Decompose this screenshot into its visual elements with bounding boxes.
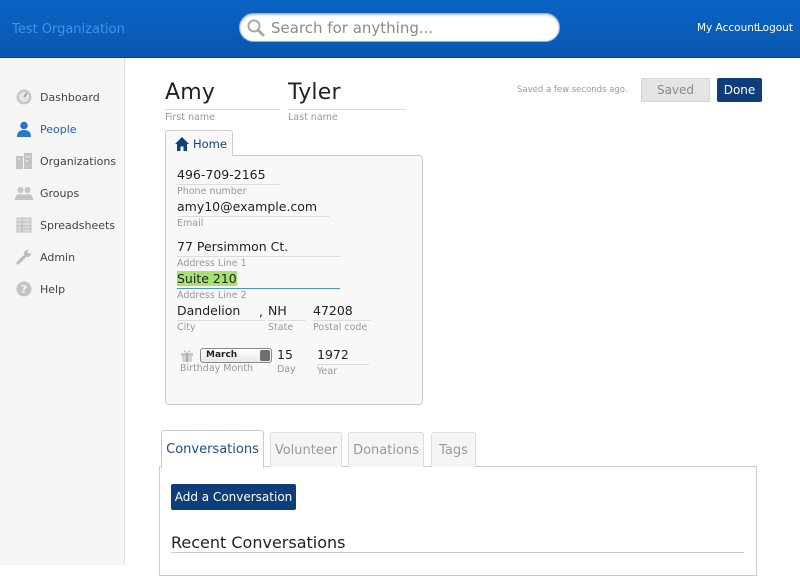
postal-code-label: Postal code: [313, 322, 368, 333]
org-name[interactable]: Test Organization: [12, 22, 125, 37]
state-label: State: [268, 322, 294, 333]
day-field: 15 Day: [277, 347, 299, 375]
address-line-2-selected-text: Suite 210: [177, 271, 237, 286]
svg-text:?: ?: [21, 283, 27, 296]
sidebar-item-organizations[interactable]: Organizations: [15, 151, 116, 171]
address-line-1-input[interactable]: 77 Persimmon Ct.: [177, 239, 340, 257]
phone-field: 496-709-2165 Phone number: [177, 167, 280, 197]
birthday-month-label: Birthday Month: [180, 363, 254, 374]
divider: [171, 552, 744, 553]
recent-conversations-heading: Recent Conversations: [171, 533, 346, 552]
wrench-icon: [16, 250, 31, 265]
person-icon: [17, 121, 31, 137]
dashboard-icon: [16, 89, 32, 105]
tab-tags[interactable]: Tags: [431, 432, 476, 467]
tab-home[interactable]: Home: [165, 130, 233, 156]
city-input[interactable]: Dandelion: [177, 303, 265, 321]
state-input[interactable]: NH: [268, 303, 306, 321]
city-state-separator: ,: [259, 304, 263, 319]
sidebar-item-label: Help: [40, 282, 66, 296]
address-line-2-field: Suite 210 Address Line 2: [177, 271, 340, 301]
city-label: City: [177, 322, 196, 333]
search-box[interactable]: [239, 13, 560, 42]
day-label: Day: [277, 364, 296, 375]
sidebar-item-groups[interactable]: Groups: [15, 183, 79, 203]
last-name-input[interactable]: Tyler: [288, 78, 406, 110]
add-conversation-button[interactable]: Add a Conversation: [171, 484, 296, 510]
sidebar-item-people[interactable]: People: [15, 119, 77, 139]
done-button[interactable]: Done: [717, 78, 762, 102]
sidebar-item-admin[interactable]: Admin: [15, 247, 75, 267]
spreadsheet-icon: [16, 217, 32, 233]
sidebar-item-label: Dashboard: [40, 90, 100, 104]
year-field: 1972 Year: [317, 347, 369, 377]
top-bar: Test Organization My Account Logout: [0, 0, 800, 58]
saved-button[interactable]: Saved: [641, 78, 710, 102]
email-field: amy10@example.com Email: [177, 199, 330, 229]
tab-home-label: Home: [193, 136, 227, 151]
sidebar-item-help[interactable]: ? Help: [15, 279, 65, 299]
help-icon: ?: [16, 281, 32, 297]
postal-code-field: 47208 Postal code: [313, 303, 371, 333]
tab-volunteer[interactable]: Volunteer: [270, 432, 342, 467]
logout-link[interactable]: Logout: [757, 22, 793, 34]
tab-donations[interactable]: Donations: [348, 432, 424, 467]
group-icon: [15, 187, 33, 200]
gift-icon: [181, 350, 193, 362]
email-label: Email: [177, 218, 204, 229]
first-name-label: First name: [165, 112, 215, 123]
last-name-label: Last name: [288, 112, 338, 123]
phone-input[interactable]: 496-709-2165: [177, 167, 280, 185]
search-icon: [247, 19, 265, 37]
home-icon: [175, 136, 189, 151]
address-line-1-label: Address Line 1: [177, 258, 247, 269]
day-input[interactable]: 15: [277, 347, 299, 365]
birthday-month-select[interactable]: March: [200, 348, 272, 363]
last-name-field: Tyler Last name: [288, 78, 406, 123]
sidebar-item-spreadsheets[interactable]: Spreadsheets: [15, 215, 115, 235]
buildings-icon: [16, 153, 32, 169]
search-input[interactable]: [271, 17, 551, 39]
my-account-link[interactable]: My Account: [697, 22, 758, 34]
state-field: NH State: [268, 303, 306, 333]
year-label: Year: [317, 366, 338, 377]
sidebar-item-label: Groups: [40, 186, 80, 200]
first-name-field: Amy First name: [165, 78, 280, 123]
select-arrows-icon: [260, 350, 270, 361]
postal-code-input[interactable]: 47208: [313, 303, 371, 321]
city-field: Dandelion City: [177, 303, 265, 333]
sidebar-item-label: Organizations: [40, 154, 117, 168]
first-name-input[interactable]: Amy: [165, 78, 280, 110]
conversations-panel: [159, 466, 757, 576]
address-line-2-label: Address Line 2: [177, 290, 247, 301]
sidebar-item-label: People: [40, 122, 77, 136]
phone-label: Phone number: [177, 186, 247, 197]
address-line-1-field: 77 Persimmon Ct. Address Line 1: [177, 239, 340, 269]
address-line-2-input[interactable]: Suite 210: [177, 271, 340, 289]
sidebar-item-label: Spreadsheets: [40, 218, 116, 232]
sidebar-item-label: Admin: [40, 250, 76, 264]
tab-conversations[interactable]: Conversations: [161, 430, 264, 468]
email-input[interactable]: amy10@example.com: [177, 199, 330, 217]
sidebar-item-dashboard[interactable]: Dashboard: [15, 87, 100, 107]
save-status-text: Saved a few seconds ago.: [517, 85, 628, 95]
birthday-month-value: March: [206, 350, 238, 360]
year-input[interactable]: 1972: [317, 347, 369, 365]
